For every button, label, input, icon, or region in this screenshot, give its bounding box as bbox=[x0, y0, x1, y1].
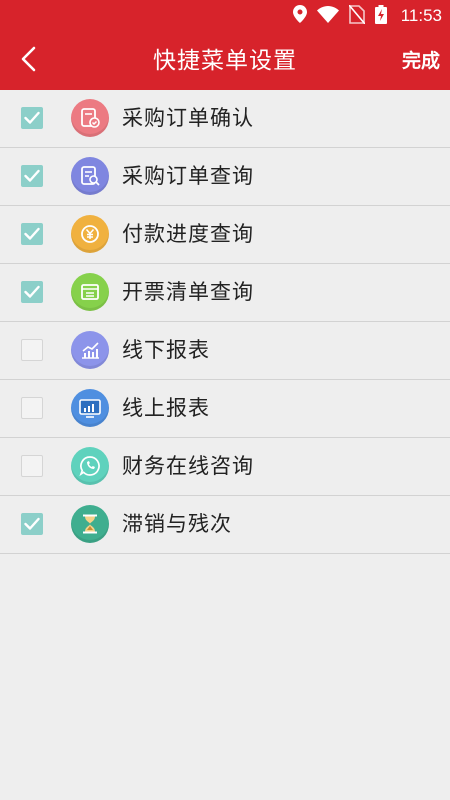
no-sim-icon bbox=[348, 3, 366, 28]
menu-item-order-search[interactable]: 采购订单查询 bbox=[0, 148, 450, 206]
order-confirm-icon bbox=[71, 99, 109, 137]
menu-item-label: 滞销与残次 bbox=[122, 512, 232, 536]
checkbox[interactable] bbox=[21, 107, 43, 129]
order-search-icon bbox=[71, 157, 109, 195]
hourglass-icon bbox=[71, 505, 109, 543]
checkbox[interactable] bbox=[21, 513, 43, 535]
menu-item-order-confirm[interactable]: 采购订单确认 bbox=[0, 90, 450, 148]
line-chart-icon bbox=[71, 331, 109, 369]
status-time: 11:53 bbox=[400, 6, 442, 25]
checkbox[interactable] bbox=[21, 455, 43, 477]
menu-item-invoice-list[interactable]: 开票清单查询 bbox=[0, 264, 450, 322]
battery-charging-icon bbox=[374, 4, 387, 28]
menu-item-label: 付款进度查询 bbox=[122, 222, 254, 246]
checkbox[interactable] bbox=[21, 165, 43, 187]
menu-item-offline-report[interactable]: 线下报表 bbox=[0, 322, 450, 380]
menu-item-payment-progress[interactable]: 付款进度查询 bbox=[0, 206, 450, 264]
shortcut-menu-list: 采购订单确认 采购订单查询 付款进度查询 开票清单查询 线下报表 线上报表 财务… bbox=[0, 90, 450, 554]
monitor-chart-icon bbox=[71, 389, 109, 427]
page-title: 快捷菜单设置 bbox=[153, 48, 297, 74]
checkbox[interactable] bbox=[21, 339, 43, 361]
phone-chat-icon bbox=[71, 447, 109, 485]
app-header: 快捷菜单设置 完成 bbox=[0, 32, 450, 90]
location-icon bbox=[292, 5, 307, 27]
menu-item-label: 采购订单确认 bbox=[122, 106, 254, 130]
checkbox[interactable] bbox=[21, 397, 43, 419]
wifi-icon bbox=[316, 5, 339, 27]
checkbox[interactable] bbox=[21, 281, 43, 303]
menu-item-slow-moving-defective[interactable]: 滞销与残次 bbox=[0, 496, 450, 554]
menu-item-label: 线上报表 bbox=[122, 396, 210, 420]
menu-item-label: 开票清单查询 bbox=[122, 280, 254, 304]
status-bar: 11:53 bbox=[0, 0, 450, 32]
menu-item-label: 采购订单查询 bbox=[122, 164, 254, 188]
checkbox[interactable] bbox=[21, 223, 43, 245]
menu-item-label: 线下报表 bbox=[122, 338, 210, 362]
yuan-coin-icon bbox=[71, 215, 109, 253]
done-button[interactable]: 完成 bbox=[402, 32, 440, 90]
menu-item-label: 财务在线咨询 bbox=[122, 454, 254, 478]
menu-item-finance-consult[interactable]: 财务在线咨询 bbox=[0, 438, 450, 496]
menu-item-online-report[interactable]: 线上报表 bbox=[0, 380, 450, 438]
invoice-icon bbox=[71, 273, 109, 311]
